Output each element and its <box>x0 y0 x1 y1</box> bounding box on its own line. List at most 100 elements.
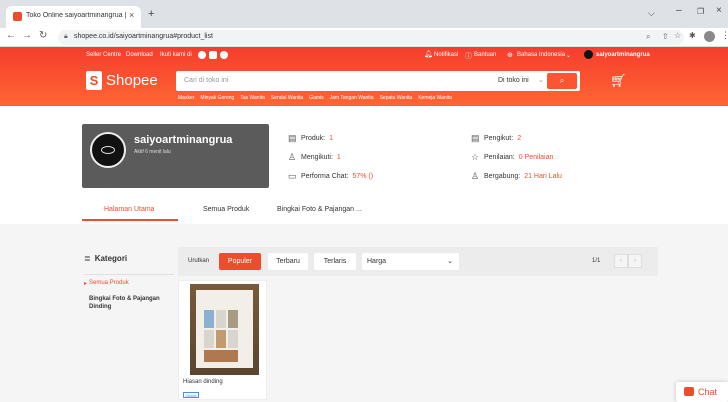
line-icon[interactable] <box>220 51 228 59</box>
product-card[interactable]: Hiasan dinding Shope <box>178 280 267 400</box>
keyword-link[interactable]: Tas Wanita <box>240 95 265 101</box>
keyword-link[interactable]: Sepatu Wanita <box>380 95 413 101</box>
category-item-semua-produk[interactable]: Semua Produk <box>89 280 129 286</box>
sort-terbaru-button[interactable]: Terbaru <box>268 253 308 270</box>
notifications-link[interactable]: Notifikasi <box>434 52 458 58</box>
url-text: shopee.co.id/saiyoartminangrua#product_l… <box>74 33 213 40</box>
bell-icon[interactable]: 🔔︎ <box>424 50 433 58</box>
sort-populer-button[interactable]: Populer <box>219 253 261 270</box>
language-select[interactable]: Bahasa Indonesia <box>517 52 565 58</box>
category-bullet-icon: ▸ <box>84 281 88 287</box>
stat-produk: ▤ Produk: 1 <box>288 134 333 143</box>
restore-icon[interactable]: ❐ <box>697 7 704 16</box>
tab-halaman-utama[interactable]: Halaman Utama <box>104 206 155 213</box>
category-item-bingkai-foto[interactable]: Bingkai Foto & Pajangan Dinding <box>89 295 169 311</box>
stat-value: 0 Penilaian <box>518 154 554 161</box>
price-sort-select[interactable]: Harga ⌄ <box>362 253 459 270</box>
browser-menu-icon[interactable]: ⋮ <box>721 30 728 41</box>
photo-tile <box>228 310 238 328</box>
cart-icon[interactable]: 🛒︎ <box>610 73 627 89</box>
extensions-icon[interactable]: ✱ <box>689 31 696 40</box>
search-scope-select[interactable]: Di toko ini <box>498 77 529 84</box>
tab-bingkai-foto[interactable]: Bingkai Foto & Pajangan ... <box>277 206 362 213</box>
browser-tab[interactable]: Toko Online saiyoartminangrua | Sh × <box>6 6 141 28</box>
product-badge: Shope <box>183 392 199 398</box>
photo-tile <box>204 350 238 362</box>
sort-bar: Urutkan Populer Terbaru Terlaris Harga ⌄… <box>178 247 658 276</box>
chat-icon <box>684 387 694 396</box>
stat-value[interactable]: 1 <box>337 154 341 161</box>
language-chevron-icon: ⌄ <box>566 53 572 59</box>
stat-value: 57% () <box>352 173 374 180</box>
shop-content: ≣ Kategori ▸ Semua Produk Bingkai Foto &… <box>0 224 728 400</box>
keyword-link[interactable]: Gamis <box>309 95 323 101</box>
person-icon: ♙ <box>471 171 480 181</box>
zoom-icon[interactable]: ⌕ <box>646 32 650 42</box>
share-icon[interactable]: ⇧ <box>662 32 669 41</box>
instagram-icon[interactable] <box>209 51 217 59</box>
shop-name: saiyoartminangrua <box>134 134 233 146</box>
seller-centre-link[interactable]: Seller Centre <box>86 52 121 58</box>
page-indicator: 1/1 <box>592 258 601 264</box>
active-tab-underline <box>82 219 178 221</box>
price-chevron-icon: ⌄ <box>447 258 453 265</box>
shopee-logo[interactable]: S Shopee <box>86 71 158 90</box>
category-header: ≣ Kategori <box>84 254 127 263</box>
profile-avatar-icon[interactable] <box>704 31 715 42</box>
stat-value[interactable]: 1 <box>329 135 333 142</box>
new-tab-button[interactable]: + <box>148 8 154 20</box>
forward-icon[interactable]: → <box>22 30 32 41</box>
stat-penilaian: ☆ Penilaian: 0 Penilaian <box>471 153 553 162</box>
follow-label: Ikuti kami di <box>160 52 192 58</box>
store-icon: ▤ <box>288 133 297 143</box>
url-field[interactable]: 🔒︎ shopee.co.id/saiyoartminangrua#produc… <box>58 30 684 45</box>
user-avatar[interactable] <box>584 50 593 59</box>
back-icon[interactable]: ← <box>6 30 16 41</box>
search-button[interactable]: ⌕ <box>547 73 577 89</box>
star-icon: ☆ <box>471 152 480 162</box>
shop-profile: saiyoartminangrua Aktif 6 menit lalu ▤ P… <box>0 106 728 224</box>
stat-label: Penilaian: <box>484 154 515 161</box>
search-bar: Cari di toko ini Di toko ini ⌄ ⌕ <box>176 71 580 91</box>
shop-status: Aktif 6 menit lalu <box>134 149 171 155</box>
prev-page-button[interactable]: ‹ <box>614 254 628 268</box>
product-name: Hiasan dinding <box>183 379 223 385</box>
reload-icon[interactable]: ↻ <box>39 30 47 41</box>
photo-tile <box>216 330 226 348</box>
help-link[interactable]: Bantuan <box>474 52 496 58</box>
shop-card[interactable]: saiyoartminangrua Aktif 6 menit lalu <box>82 124 269 188</box>
stat-label: Mengikuti: <box>301 154 333 161</box>
shopee-wordmark: Shopee <box>106 72 158 89</box>
sort-label: Urutkan <box>188 258 210 264</box>
tab-semua-produk[interactable]: Semua Produk <box>203 206 249 213</box>
shopee-bag-icon: S <box>86 71 102 90</box>
sort-terlaris-button[interactable]: Terlaris <box>314 253 356 270</box>
keyword-link[interactable]: Minyak Goreng <box>200 95 234 101</box>
minimize-icon[interactable]: – <box>676 5 682 16</box>
username-link[interactable]: saiyoartminangrua <box>596 52 650 58</box>
keyword-link[interactable]: Masker <box>178 95 194 101</box>
stat-value[interactable]: 2 <box>517 135 521 142</box>
shopee-favicon-icon <box>13 12 22 21</box>
category-title: Kategori <box>94 254 128 263</box>
chat-bubble-icon: ▭ <box>288 171 297 181</box>
price-sort-label: Harga <box>367 258 387 265</box>
close-tab-icon[interactable]: × <box>129 10 134 20</box>
photo-tile <box>228 330 238 348</box>
help-icon: ⓘ <box>465 53 472 60</box>
download-link[interactable]: Download <box>126 52 153 58</box>
keyword-link[interactable]: Jam Tangan Wanita <box>330 95 374 101</box>
chat-button[interactable]: Chat <box>676 382 728 402</box>
person-icon: ♙ <box>288 152 297 162</box>
stat-value: 21 Hari Lalu <box>524 173 562 180</box>
keyword-link[interactable]: Kemeja Wanita <box>418 95 452 101</box>
close-window-icon[interactable]: × <box>716 5 722 16</box>
bookmark-star-icon[interactable]: ☆ <box>674 31 681 40</box>
keyword-link[interactable]: Sendal Wanita <box>271 95 303 101</box>
globe-icon: ⊕ <box>507 52 513 59</box>
facebook-icon[interactable] <box>198 51 206 59</box>
tab-search-icon[interactable]: ⌵ <box>648 8 655 19</box>
search-input[interactable]: Cari di toko ini <box>184 77 228 84</box>
next-page-button[interactable]: › <box>628 254 642 268</box>
shop-avatar <box>90 132 126 168</box>
